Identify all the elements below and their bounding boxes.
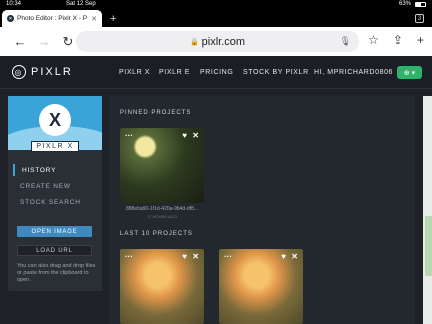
project-thumb[interactable]: ··· ♥ ✕ bbox=[120, 249, 204, 324]
nav-stock[interactable]: STOCK BY PIXLR bbox=[243, 69, 309, 76]
back-icon[interactable]: ← bbox=[8, 34, 32, 49]
pixlr-favicon-icon: ✕ bbox=[7, 15, 14, 22]
logo-text: PIXLR bbox=[31, 66, 73, 78]
adjacent-page-edge bbox=[423, 96, 432, 324]
app-name: PIXLR X bbox=[31, 141, 79, 152]
new-tab-icon[interactable]: + bbox=[110, 13, 116, 25]
lock-icon: 🔒 bbox=[189, 38, 199, 46]
help-text: You can also drag and drop files or past… bbox=[17, 263, 96, 283]
nav-pixlr-x[interactable]: PIXLR X bbox=[119, 69, 150, 76]
sidebar-item-history[interactable]: HISTORY bbox=[13, 164, 97, 176]
mic-icon[interactable]: 🎙 bbox=[340, 36, 351, 47]
more-icon[interactable]: ··· bbox=[125, 252, 133, 261]
status-date: Sat 12 Sep bbox=[66, 1, 96, 7]
battery-icon bbox=[415, 1, 426, 7]
sidebar: X PIXLR X HISTORY CREATE NEW STOCK SEARC… bbox=[8, 96, 102, 291]
more-icon[interactable]: ··· bbox=[125, 131, 133, 140]
tab-title: Photo Editor : Pixlr X - P bbox=[17, 15, 88, 22]
projects-panel: PINNED PROJECTS ··· ♥ ✕ 888eba90-1f1d-42… bbox=[109, 96, 415, 324]
tab-close-icon[interactable]: ✕ bbox=[91, 15, 97, 23]
globe-icon: ⊕ bbox=[403, 69, 410, 77]
nav-pricing[interactable]: PRICING bbox=[200, 69, 233, 76]
battery-percent: 63% bbox=[398, 1, 411, 7]
sidebar-item-stock-search[interactable]: STOCK SEARCH bbox=[13, 196, 97, 208]
pinned-project-name: 888eba90-1f1d-420a-9b4d-df8... bbox=[125, 206, 198, 212]
pixlr-logo-icon: ◎ bbox=[12, 65, 26, 79]
more-icon[interactable]: ··· bbox=[224, 252, 232, 261]
pixlr-x-logo-icon: X bbox=[39, 104, 71, 136]
browser-toolbar: ← → ↻ 🔒 pixlr.com 🎙 ☆ ⇪ + bbox=[0, 27, 432, 56]
star-icon[interactable]: ☆ bbox=[368, 33, 379, 47]
open-image-button[interactable]: OPEN IMAGE bbox=[17, 226, 92, 237]
pinned-project-time: 17 HOURS AGO bbox=[147, 214, 177, 219]
site-header: ◎ PIXLR PIXLR X PIXLR E PRICING STOCK BY… bbox=[0, 56, 432, 89]
close-icon[interactable]: ✕ bbox=[291, 252, 298, 261]
heart-icon[interactable]: ♥ bbox=[182, 131, 187, 140]
status-time: 10:34 bbox=[6, 1, 22, 7]
last-projects-heading: LAST 10 PROJECTS bbox=[120, 231, 193, 237]
pixlr-logo[interactable]: ◎ PIXLR bbox=[12, 65, 73, 79]
close-icon[interactable]: ✕ bbox=[192, 131, 199, 140]
load-url-button[interactable]: LOAD URL bbox=[17, 245, 92, 256]
project-thumb[interactable]: ··· ♥ ✕ bbox=[219, 249, 303, 324]
heart-icon[interactable]: ♥ bbox=[281, 252, 286, 261]
nav-user[interactable]: HI, MPRICHARD0806 bbox=[314, 69, 393, 76]
heart-icon[interactable]: ♥ bbox=[182, 252, 187, 261]
language-button[interactable]: ⊕ ▾ bbox=[397, 66, 422, 79]
tab-count-button[interactable]: 3 bbox=[415, 14, 424, 23]
close-icon[interactable]: ✕ bbox=[192, 252, 199, 261]
share-icon[interactable]: ⇪ bbox=[393, 33, 403, 47]
pinned-heading: PINNED PROJECTS bbox=[120, 110, 192, 116]
forward-icon[interactable]: → bbox=[32, 34, 56, 49]
address-bar[interactable]: 🔒 pixlr.com 🎙 bbox=[76, 31, 359, 52]
ios-status-bar: 10:34 Sat 12 Sep 63% bbox=[0, 0, 432, 8]
url-text: pixlr.com bbox=[201, 35, 246, 48]
pinned-project-thumb[interactable]: ··· ♥ ✕ bbox=[120, 128, 204, 203]
browser-tab-bar: ✕ Photo Editor : Pixlr X - P ✕ + 3 bbox=[0, 8, 432, 27]
browser-tab[interactable]: ✕ Photo Editor : Pixlr X - P ✕ bbox=[2, 10, 102, 27]
sidebar-item-create-new[interactable]: CREATE NEW bbox=[13, 180, 97, 192]
nav-pixlr-e[interactable]: PIXLR E bbox=[159, 69, 190, 76]
pixlr-page: ◎ PIXLR PIXLR X PIXLR E PRICING STOCK BY… bbox=[0, 56, 432, 324]
add-icon[interactable]: + bbox=[417, 33, 424, 47]
